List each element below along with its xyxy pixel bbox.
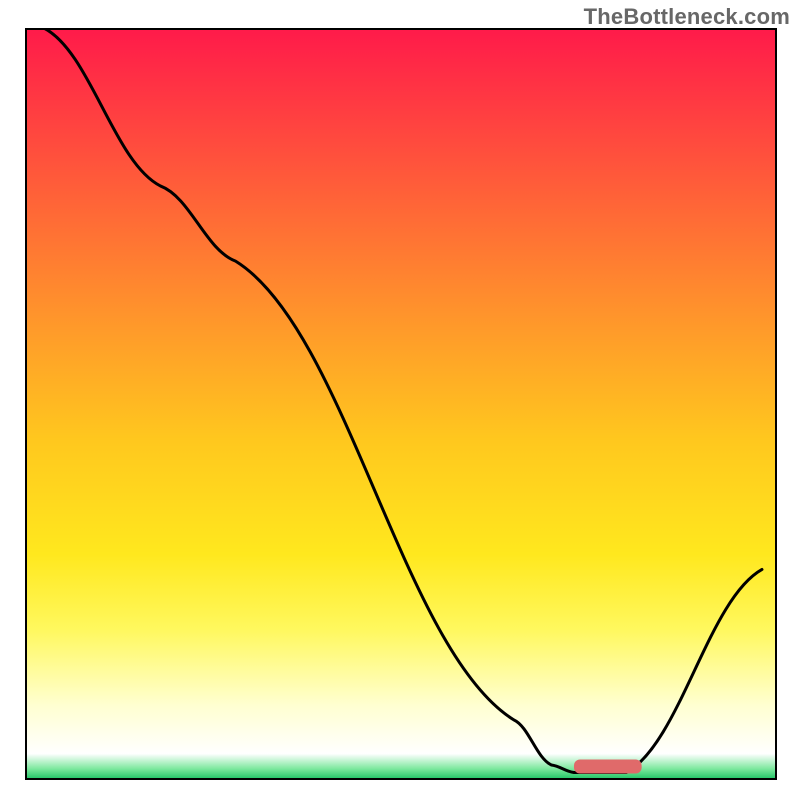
bottleneck-chart (0, 0, 800, 800)
optimal-marker (574, 759, 642, 773)
gradient-background (25, 28, 777, 780)
chart-container: TheBottleneck.com (0, 0, 800, 800)
plot-area (25, 28, 777, 780)
